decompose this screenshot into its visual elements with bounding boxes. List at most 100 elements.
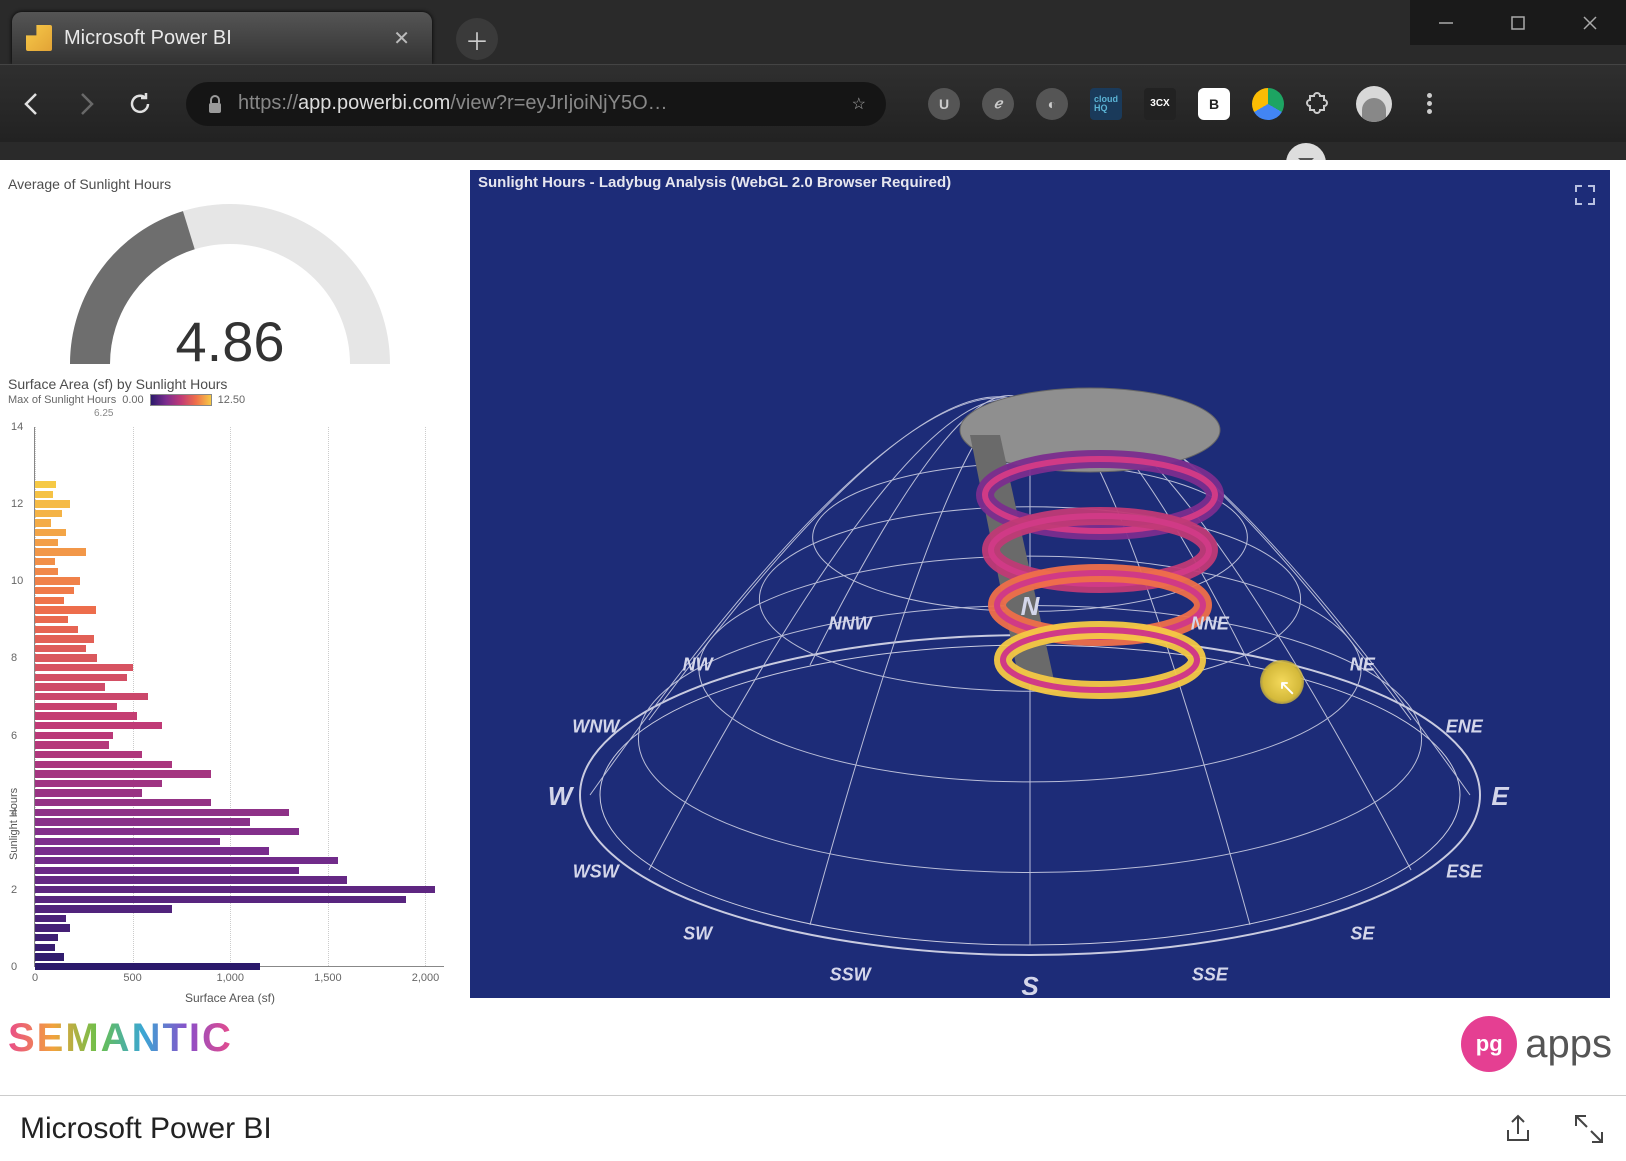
- tab-close-button[interactable]: ✕: [389, 22, 414, 55]
- extension-icon[interactable]: 3CX: [1144, 88, 1176, 120]
- back-button[interactable]: [14, 86, 50, 122]
- pg-badge-icon: pg: [1461, 1016, 1517, 1072]
- bar-segment[interactable]: [35, 741, 109, 748]
- google-drive-extension-icon[interactable]: [1252, 88, 1284, 120]
- bar-segment[interactable]: [35, 529, 66, 536]
- svg-text:S: S: [1021, 971, 1039, 995]
- bar-segment[interactable]: [35, 761, 172, 768]
- bar-segment[interactable]: [35, 722, 162, 729]
- bar-segment[interactable]: [35, 751, 142, 758]
- share-button[interactable]: [1502, 1112, 1536, 1146]
- svg-text:WSW: WSW: [573, 862, 621, 882]
- bar-segment[interactable]: [35, 510, 62, 517]
- bar-segment[interactable]: [35, 924, 70, 931]
- bar-segment[interactable]: [35, 693, 148, 700]
- bar-segment[interactable]: [35, 828, 299, 835]
- bar-segment[interactable]: [35, 635, 94, 642]
- extensions-menu-icon[interactable]: [1306, 90, 1334, 118]
- bar-segment[interactable]: [35, 568, 58, 575]
- extension-icon[interactable]: cloudHQ: [1090, 88, 1122, 120]
- bar-segment[interactable]: [35, 616, 68, 623]
- x-axis-label: Surface Area (sf): [0, 991, 460, 1005]
- reload-button[interactable]: [122, 86, 158, 122]
- bar-segment[interactable]: [35, 934, 58, 941]
- bar-segment[interactable]: [35, 654, 97, 661]
- extension-icon[interactable]: B: [1198, 88, 1230, 120]
- bar-chart-visual[interactable]: Surface Area (sf) by Sunlight Hours Max …: [0, 370, 460, 1000]
- bar-segment[interactable]: [35, 539, 58, 546]
- webgl-3d-visual[interactable]: Sunlight Hours - Ladybug Analysis (WebGL…: [470, 170, 1610, 998]
- bar-segment[interactable]: [35, 789, 142, 796]
- bar-segment[interactable]: [35, 838, 220, 845]
- powerbi-status-bar: Microsoft Power BI: [0, 1095, 1626, 1161]
- bar-segment[interactable]: [35, 944, 55, 951]
- bar-segment[interactable]: [35, 481, 56, 488]
- gauge-visual[interactable]: Average of Sunlight Hours 4.86 0.00 12.0…: [0, 170, 460, 370]
- bar-segment[interactable]: [35, 896, 406, 903]
- bar-segment[interactable]: [35, 809, 289, 816]
- bar-segment[interactable]: [35, 799, 211, 806]
- forward-button[interactable]: [68, 86, 104, 122]
- bar-segment[interactable]: [35, 597, 64, 604]
- lock-icon: [206, 94, 224, 114]
- bar-segment[interactable]: [35, 664, 133, 671]
- 3d-scene[interactable]: NNNENEENEEESESESSESSSWSWWSWWWNWNWNNW: [470, 195, 1610, 995]
- address-bar[interactable]: https://app.powerbi.com/view?r=eyJrIjoiN…: [186, 82, 886, 126]
- svg-text:NNE: NNE: [1191, 613, 1230, 633]
- bar-segment[interactable]: [35, 519, 51, 526]
- browser-menu-button[interactable]: [1414, 93, 1444, 114]
- bar-segment[interactable]: [35, 577, 80, 584]
- gradient-swatch-icon: [150, 394, 212, 406]
- bar-segment[interactable]: [35, 780, 162, 787]
- svg-text:SE: SE: [1350, 923, 1375, 943]
- bar-segment[interactable]: [35, 712, 137, 719]
- extension-icon[interactable]: ◐: [1036, 88, 1068, 120]
- cursor-arrow-icon: ↖: [1278, 675, 1296, 701]
- bar-segment[interactable]: [35, 963, 260, 970]
- svg-text:N: N: [1021, 591, 1041, 621]
- bar-segment[interactable]: [35, 905, 172, 912]
- legend-mid-value: 6.25: [94, 408, 460, 423]
- bar-segment[interactable]: [35, 770, 211, 777]
- bookmark-star-icon[interactable]: ☆: [852, 94, 866, 114]
- bar-segment[interactable]: [35, 876, 347, 883]
- bar-segment[interactable]: [35, 847, 269, 854]
- bar-segment[interactable]: [35, 548, 86, 555]
- bar-segment[interactable]: [35, 500, 70, 507]
- bar-segment[interactable]: [35, 558, 55, 565]
- viz3d-title: Sunlight Hours - Ladybug Analysis (WebGL…: [470, 170, 1610, 195]
- browser-tab[interactable]: Microsoft Power BI ✕: [12, 12, 432, 64]
- url-text: https://app.powerbi.com/view?r=eyJrIjoiN…: [238, 92, 668, 115]
- bar-segment[interactable]: [35, 915, 66, 922]
- svg-text:ENE: ENE: [1446, 716, 1484, 736]
- bar-chart-title: Surface Area (sf) by Sunlight Hours: [0, 370, 460, 394]
- bar-segment[interactable]: [35, 626, 78, 633]
- svg-text:SSW: SSW: [830, 965, 873, 985]
- bar-segment[interactable]: [35, 953, 64, 960]
- bar-segment[interactable]: [35, 867, 299, 874]
- bar-segment[interactable]: [35, 645, 86, 652]
- bar-segment[interactable]: [35, 818, 250, 825]
- svg-text:E: E: [1491, 781, 1509, 811]
- bar-segment[interactable]: [35, 683, 105, 690]
- bar-segment[interactable]: [35, 732, 113, 739]
- fullscreen-button[interactable]: [1572, 1112, 1606, 1146]
- svg-text:SSE: SSE: [1192, 965, 1229, 985]
- fullscreen-icon[interactable]: [1574, 184, 1596, 206]
- bar-segment[interactable]: [35, 606, 96, 613]
- profile-avatar[interactable]: [1356, 86, 1392, 122]
- bar-chart-plot-area: 05001,0001,5002,00002468101214: [34, 427, 444, 967]
- bar-segment[interactable]: [35, 703, 117, 710]
- extension-icon[interactable]: U: [928, 88, 960, 120]
- bar-segment[interactable]: [35, 674, 127, 681]
- powerbi-favicon-icon: [26, 25, 52, 51]
- bar-segment[interactable]: [35, 857, 338, 864]
- pgapps-logo: pg apps: [1461, 1016, 1612, 1072]
- statusbar-label: Microsoft Power BI: [20, 1112, 272, 1146]
- extension-icon[interactable]: ℯ: [982, 88, 1014, 120]
- bar-segment[interactable]: [35, 491, 53, 498]
- new-tab-button[interactable]: ＋: [456, 18, 498, 60]
- bar-segment[interactable]: [35, 587, 74, 594]
- bar-segment[interactable]: [35, 886, 435, 893]
- svg-text:ESE: ESE: [1446, 862, 1483, 882]
